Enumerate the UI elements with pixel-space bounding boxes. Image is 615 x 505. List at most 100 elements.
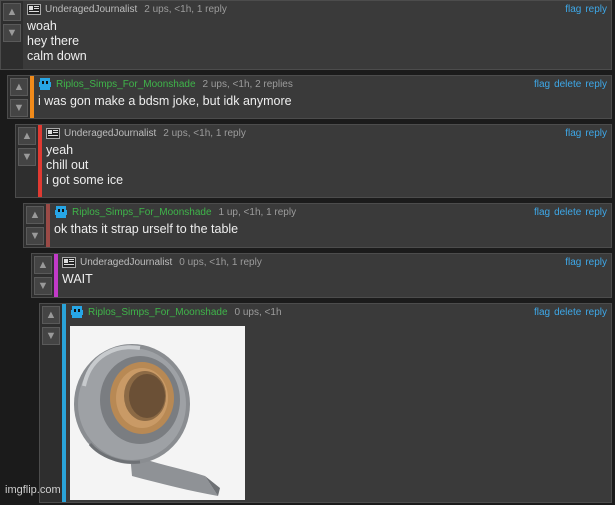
arrow-up-icon: ▲ — [37, 258, 49, 271]
comment-line: i got some ice — [46, 173, 124, 187]
arrow-down-icon: ▼ — [37, 279, 49, 292]
delete-link[interactable]: delete — [554, 207, 581, 218]
upvote-button[interactable]: ▲ — [10, 78, 28, 96]
arrow-down-icon: ▼ — [29, 229, 41, 242]
username-link[interactable]: Riplos_Simps_For_Moonshade — [56, 79, 196, 90]
downvote-button[interactable]: ▼ — [3, 24, 21, 42]
journalist-avatar-icon — [27, 3, 41, 15]
watermark: imgflip.com — [5, 484, 61, 496]
pixel-avatar-icon — [55, 206, 67, 219]
downvote-button[interactable]: ▼ — [26, 227, 44, 245]
arrow-down-icon: ▼ — [13, 101, 25, 114]
arrow-down-icon: ▼ — [6, 26, 18, 39]
upvote-button[interactable]: ▲ — [42, 306, 60, 324]
reply-link[interactable]: reply — [585, 4, 607, 15]
comment: ▲ ▼ Riplos_Simps_For_Moonshade 1 up, <1h,… — [23, 203, 612, 248]
username-link[interactable]: UnderagedJournalist — [64, 128, 156, 139]
comment-header: UnderagedJournalist 2 ups, <1h, 1 reply f… — [27, 2, 607, 18]
comment-image[interactable] — [70, 326, 245, 500]
comment-text: WAIT — [62, 272, 607, 287]
comment-text: woah hey there calm down — [27, 19, 607, 64]
thread-depth-bar — [62, 304, 66, 502]
upvote-button[interactable]: ▲ — [26, 206, 44, 224]
downvote-button[interactable]: ▼ — [42, 327, 60, 345]
comment-line: yeah — [46, 143, 74, 157]
arrow-up-icon: ▲ — [29, 208, 41, 221]
comment-header: Riplos_Simps_For_Moonshade 1 up, <1h, 1 r… — [54, 205, 607, 221]
thread-depth-bar — [30, 76, 34, 118]
username-link[interactable]: UnderagedJournalist — [80, 257, 172, 268]
arrow-down-icon: ▼ — [21, 150, 33, 163]
comment-meta: 1 up, <1h, 1 reply — [218, 207, 297, 218]
comment-line: chill out — [46, 158, 89, 172]
upvote-button[interactable]: ▲ — [34, 256, 52, 274]
arrow-up-icon: ▲ — [13, 80, 25, 93]
comment-text: i was gon make a bdsm joke, but idk anym… — [38, 94, 607, 109]
upvote-button[interactable]: ▲ — [18, 127, 36, 145]
comment-line: hey there — [27, 34, 80, 48]
vote-column: ▲ ▼ — [40, 304, 62, 502]
comment-actions: flag delete reply — [530, 305, 607, 321]
comment-meta: 2 ups, <1h, 1 reply — [144, 4, 227, 15]
flag-link[interactable]: flag — [565, 128, 581, 139]
downvote-button[interactable]: ▼ — [18, 148, 36, 166]
vote-column: ▲ ▼ — [8, 76, 30, 118]
comment-line: ok thats it strap urself to the table — [54, 222, 239, 236]
duct-tape-image — [70, 326, 245, 500]
vote-column: ▲ ▼ — [24, 204, 46, 247]
downvote-button[interactable]: ▼ — [34, 277, 52, 295]
delete-link[interactable]: delete — [554, 307, 581, 318]
username-link[interactable]: Riplos_Simps_For_Moonshade — [88, 307, 228, 318]
pixel-avatar-icon — [71, 306, 83, 319]
flag-link[interactable]: flag — [534, 79, 550, 90]
reply-link[interactable]: reply — [585, 79, 607, 90]
comment-line: i was gon make a bdsm joke, but idk anym… — [38, 94, 292, 108]
vote-column: ▲ ▼ — [1, 1, 23, 69]
vote-column: ▲ ▼ — [32, 254, 54, 297]
comment-line: calm down — [27, 49, 87, 63]
comment-actions: flag delete reply — [530, 77, 607, 93]
comment-header: UnderagedJournalist 2 ups, <1h, 1 reply f… — [46, 126, 607, 142]
comment-line: WAIT — [62, 272, 93, 286]
comment: ▲ ▼ UnderagedJournalist 2 ups, <1h, 1 rep… — [0, 0, 612, 70]
flag-link[interactable]: flag — [565, 257, 581, 268]
comment-actions: flag reply — [561, 255, 607, 271]
comment: ▲ ▼ Riplos_Simps_For_Moonshade 2 ups, <1h… — [7, 75, 612, 119]
downvote-button[interactable]: ▼ — [10, 99, 28, 117]
username-link[interactable]: Riplos_Simps_For_Moonshade — [72, 207, 212, 218]
arrow-up-icon: ▲ — [6, 5, 18, 18]
comment-actions: flag reply — [561, 2, 607, 18]
comment: ▲ ▼ UnderagedJournalist 0 ups, <1h, 1 rep… — [31, 253, 612, 298]
comment-meta: 0 ups, <1h, 1 reply — [179, 257, 262, 268]
delete-link[interactable]: delete — [554, 79, 581, 90]
comment: ▲ ▼ UnderagedJournalist 2 ups, <1h, 1 rep… — [15, 124, 612, 198]
comment-actions: flag reply — [561, 126, 607, 142]
reply-link[interactable]: reply — [585, 207, 607, 218]
comment-header: Riplos_Simps_For_Moonshade 0 ups, <1h fla… — [70, 305, 607, 321]
comment-meta: 0 ups, <1h — [234, 307, 282, 318]
arrow-up-icon: ▲ — [21, 129, 33, 142]
vote-column: ▲ ▼ — [16, 125, 38, 197]
flag-link[interactable]: flag — [534, 207, 550, 218]
arrow-down-icon: ▼ — [45, 329, 57, 342]
arrow-up-icon: ▲ — [45, 308, 57, 321]
flag-link[interactable]: flag — [534, 307, 550, 318]
comment-text: ok thats it strap urself to the table — [54, 222, 607, 237]
comment-header: Riplos_Simps_For_Moonshade 2 ups, <1h, 2 … — [38, 77, 607, 93]
comment-meta: 2 ups, <1h, 2 replies — [202, 79, 293, 90]
username-link[interactable]: UnderagedJournalist — [45, 4, 137, 15]
reply-link[interactable]: reply — [585, 128, 607, 139]
comment-text: yeah chill out i got some ice — [46, 143, 607, 188]
comment-meta: 2 ups, <1h, 1 reply — [163, 128, 246, 139]
comment-header: UnderagedJournalist 0 ups, <1h, 1 reply f… — [62, 255, 607, 271]
upvote-button[interactable]: ▲ — [3, 3, 21, 21]
pixel-avatar-icon — [39, 78, 51, 91]
comment-actions: flag delete reply — [530, 205, 607, 221]
comment-line: woah — [27, 19, 57, 33]
reply-link[interactable]: reply — [585, 307, 607, 318]
thread-depth-bar — [46, 204, 50, 247]
flag-link[interactable]: flag — [565, 4, 581, 15]
reply-link[interactable]: reply — [585, 257, 607, 268]
journalist-avatar-icon — [62, 256, 76, 268]
journalist-avatar-icon — [46, 127, 60, 139]
